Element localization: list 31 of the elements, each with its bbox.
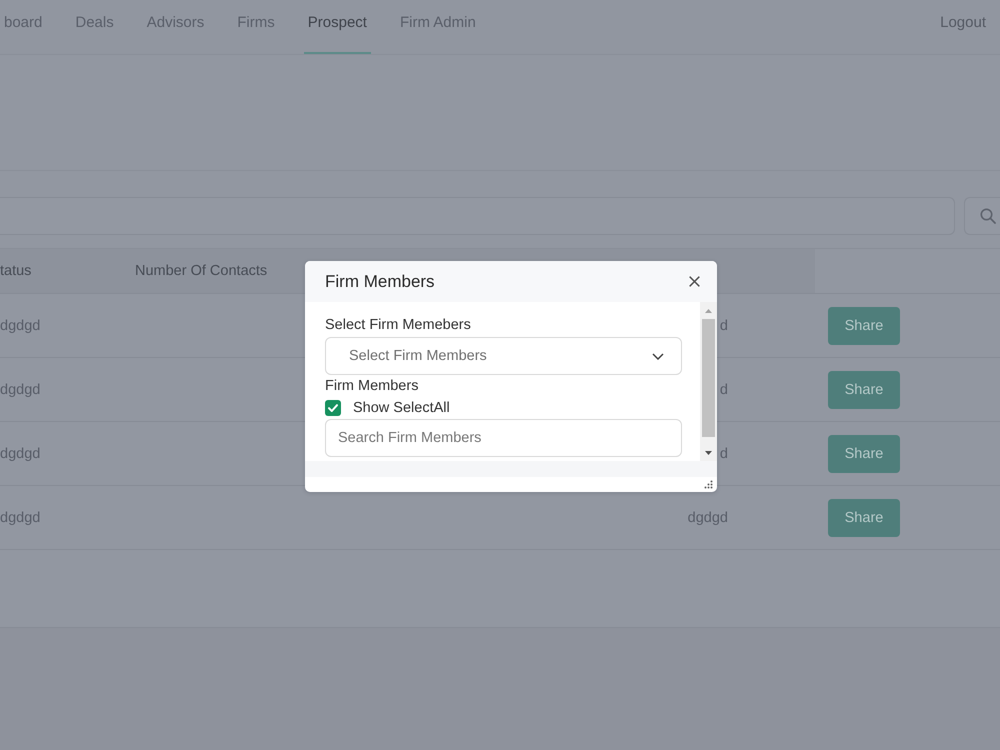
- checkbox[interactable]: [325, 400, 341, 416]
- search-icon: [980, 208, 996, 224]
- table-cell: dgdgd: [0, 318, 40, 334]
- table-cell: dgdgd: [0, 510, 40, 526]
- close-icon: [689, 276, 700, 287]
- chevron-down-icon: [652, 352, 664, 360]
- share-button[interactable]: Share: [828, 370, 900, 408]
- column-header: tatus: [0, 263, 32, 279]
- modal-title: Firm Members: [325, 272, 435, 292]
- table-cell: dgdgd: [0, 446, 40, 462]
- column-header: Number Of Contacts: [135, 263, 268, 279]
- scroll-down-arrow-icon[interactable]: [705, 450, 712, 454]
- scrollbar-thumb[interactable]: [702, 319, 715, 437]
- share-button[interactable]: Share: [828, 306, 900, 344]
- share-button[interactable]: Share: [828, 434, 900, 472]
- field-label: Firm Members: [325, 377, 418, 395]
- table-cell: dgdgd: [688, 510, 728, 526]
- scroll-up-arrow-icon[interactable]: [705, 308, 712, 312]
- table-cell: d: [720, 318, 728, 334]
- select-field[interactable]: Select Firm Members: [325, 337, 682, 375]
- logout-link[interactable]: Logout: [936, 0, 990, 54]
- close-button[interactable]: [689, 276, 700, 287]
- resize-grip-icon[interactable]: [704, 480, 713, 489]
- checkbox-label: Show SelectAll: [353, 399, 450, 417]
- search-button[interactable]: [964, 197, 1000, 235]
- table-cell: d: [720, 382, 728, 398]
- share-button[interactable]: Share: [828, 498, 900, 536]
- search-field[interactable]: Search Firm Members: [325, 419, 682, 457]
- table-cell: d: [720, 446, 728, 462]
- field-label: Select Firm Memebers: [325, 316, 471, 334]
- table-cell: dgdgd: [0, 382, 40, 398]
